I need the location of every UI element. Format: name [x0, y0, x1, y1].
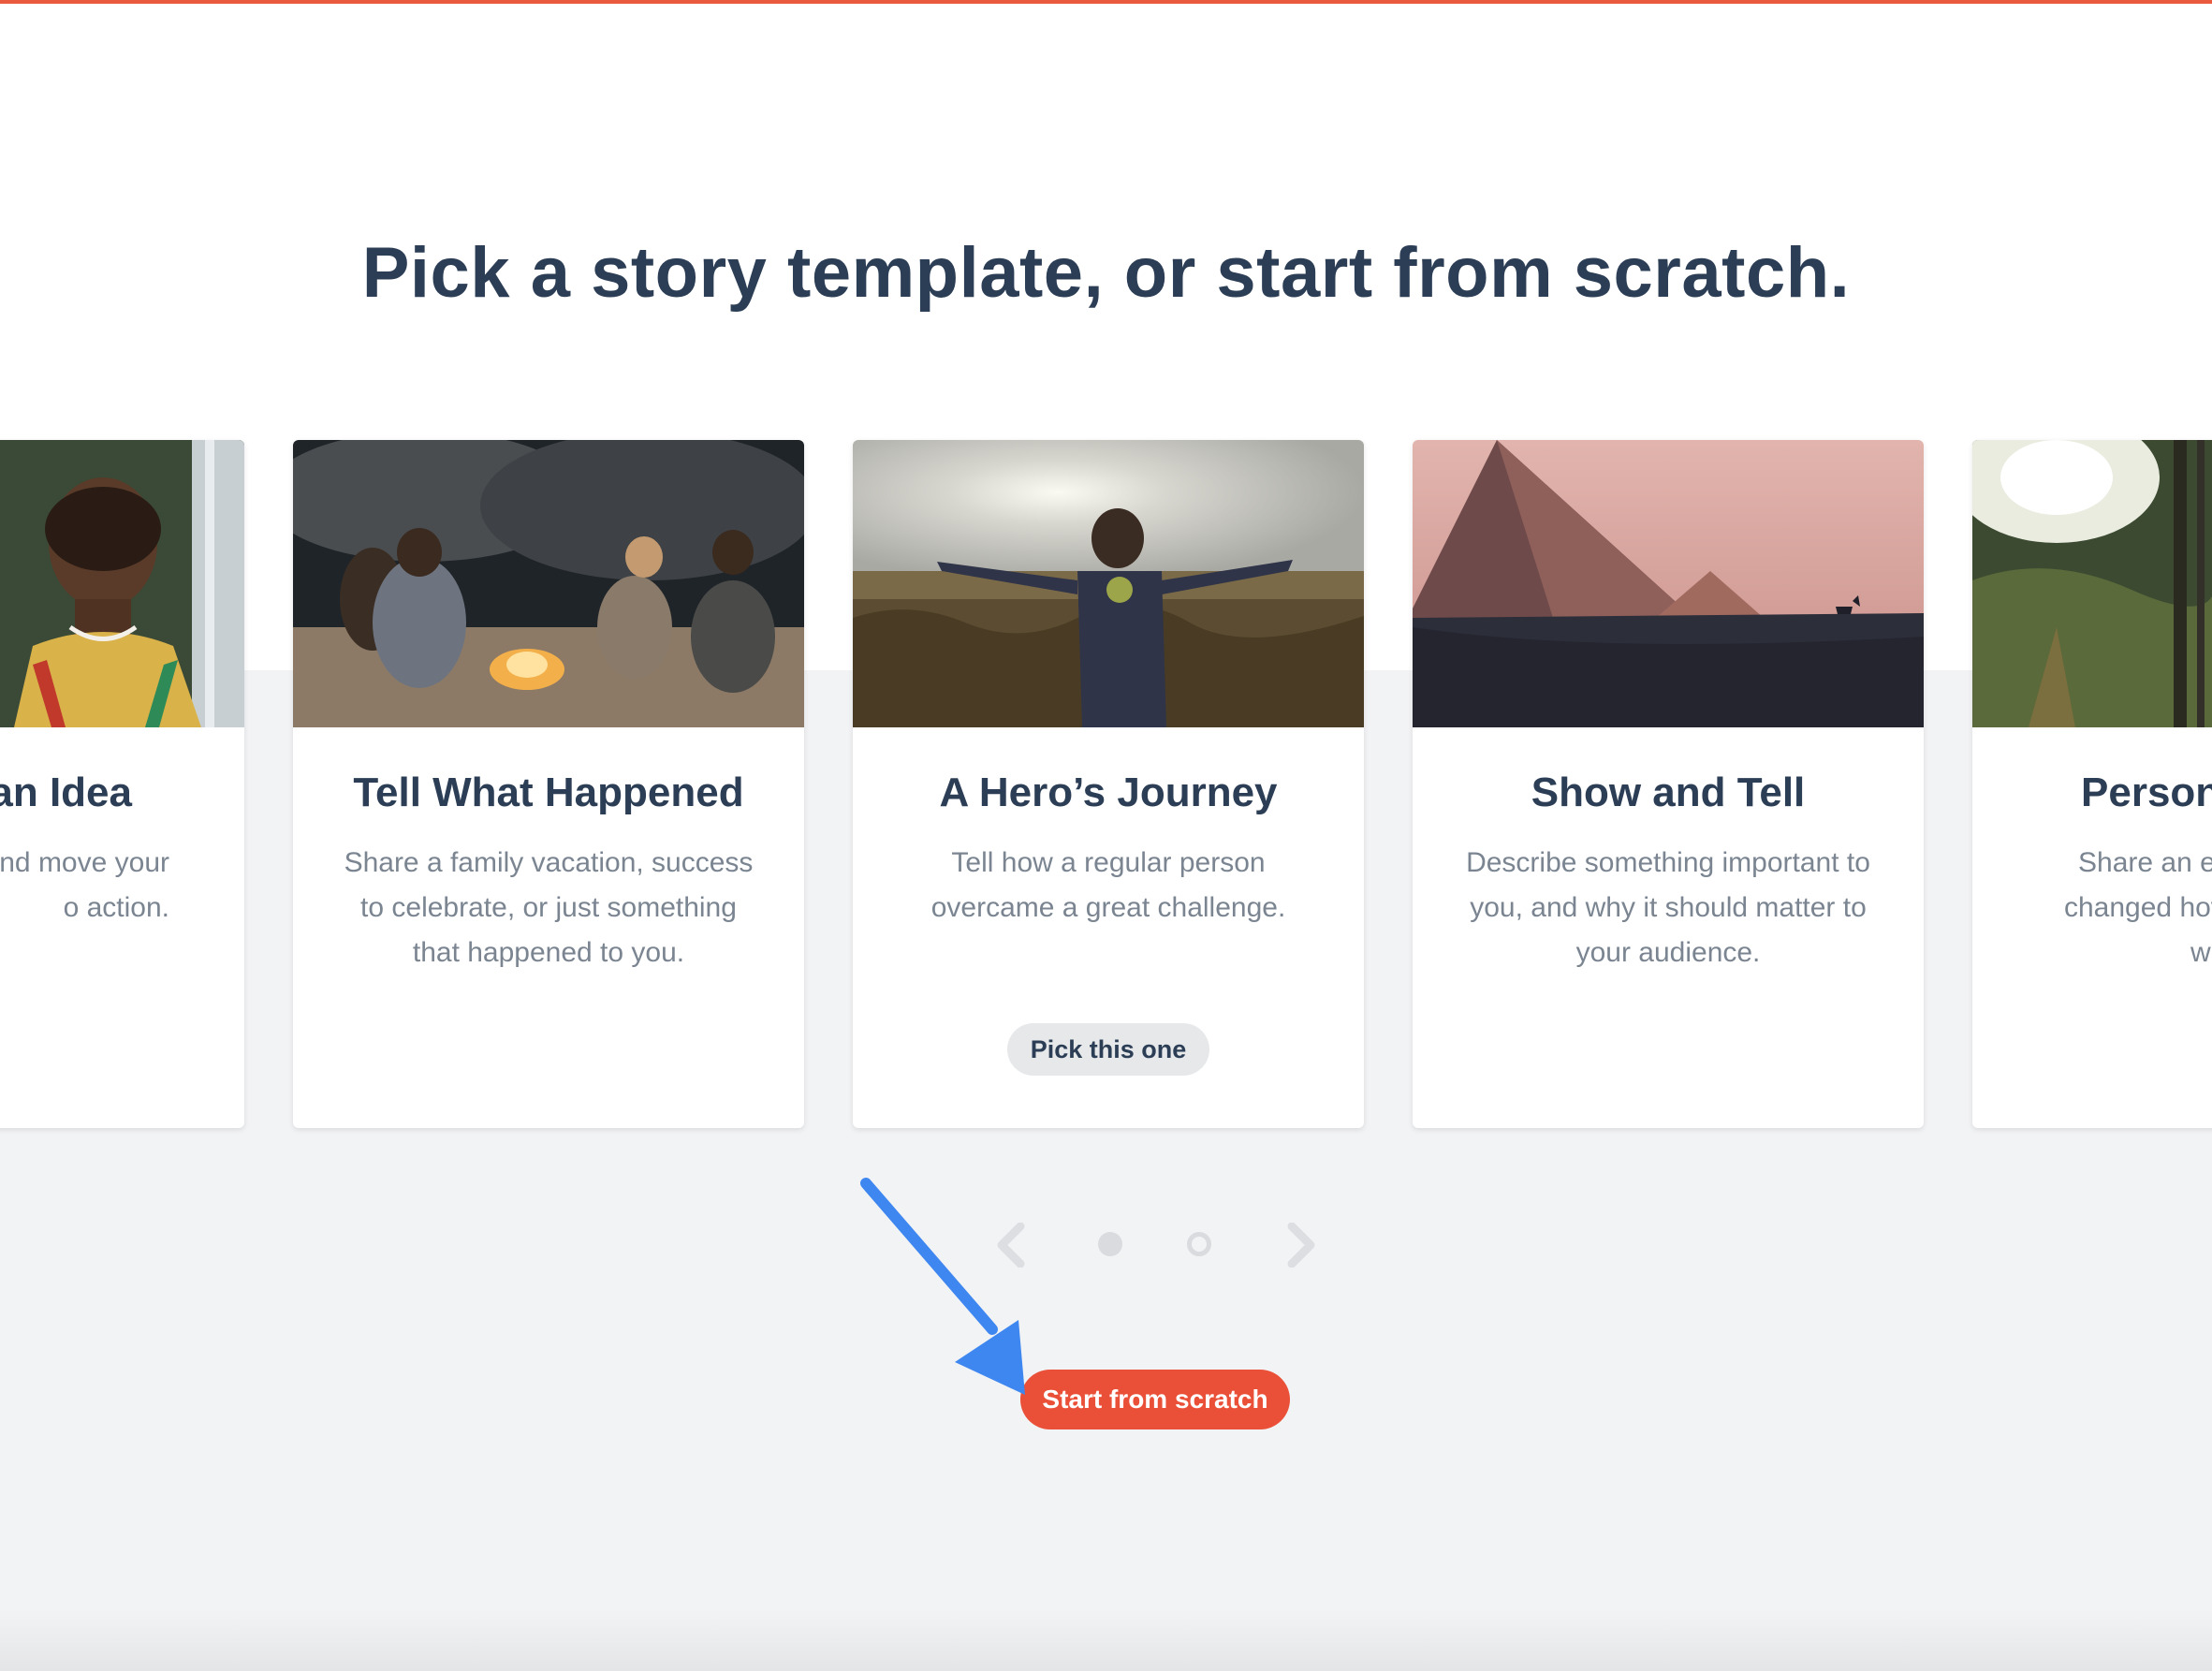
campfire-beach-image — [293, 440, 804, 727]
card-image-forest-light — [1972, 440, 2212, 727]
card-image-campfire — [293, 440, 804, 727]
carousel-dot-page-2[interactable] — [1187, 1232, 1211, 1256]
card-image-pyramids — [1413, 440, 1924, 727]
template-card-personal[interactable]: Persona Share an ex changed hov w — [1972, 440, 2212, 1128]
card-description-line: you, and why it should matter to — [1470, 892, 1867, 923]
card-description-line: overcame a great challenge. — [930, 892, 1286, 923]
pick-this-one-button[interactable]: Pick this one — [1007, 1023, 1209, 1076]
pyramids-desert-image — [1413, 440, 1924, 727]
template-card-heros-journey[interactable]: A Hero’s Journey Tell how a regular pers… — [853, 440, 1364, 1128]
card-image-woman — [0, 440, 244, 727]
card-description-line: Tell how a regular person — [951, 847, 1266, 878]
card-title: Show and Tell — [1531, 770, 1806, 815]
card-description: Describe something important to you, and… — [1431, 841, 1905, 975]
template-card-show-and-tell[interactable]: Show and Tell Describe something importa… — [1413, 440, 1924, 1128]
page-title: Pick a story template, or start from scr… — [361, 233, 1851, 313]
card-description-line: Describe something important to — [1466, 847, 1870, 878]
card-description: Share a family vacation, success to cele… — [312, 841, 785, 975]
card-description: Share an ex changed hov w — [2064, 841, 2212, 975]
annotation-arrow-icon — [860, 1178, 1025, 1395]
template-card-idea[interactable]: an Idea nd move your o action. — [0, 440, 244, 1128]
card-description-line: Share an ex — [2078, 847, 2212, 878]
card-title: Persona — [2081, 770, 2212, 815]
card-description-line: to celebrate, or just something — [360, 892, 737, 923]
card-title: A Hero’s Journey — [939, 770, 1278, 815]
card-description-line: Share a family vacation, success — [344, 847, 754, 878]
card-description: Tell how a regular person overcame a gre… — [909, 841, 1308, 931]
bottom-shadow — [0, 1610, 2212, 1671]
forest-sunlight-image — [1972, 440, 2212, 727]
card-description-line: w — [2190, 937, 2211, 968]
woman-portrait-image — [0, 440, 244, 727]
chevron-right-icon[interactable] — [1282, 1223, 1320, 1268]
card-title: Tell What Happened — [353, 770, 744, 815]
boy-in-wheat-field-image — [853, 440, 1364, 727]
card-title: an Idea — [0, 770, 132, 815]
card-description-line: that happened to you. — [412, 937, 685, 968]
card-description-line: your audience. — [1575, 937, 1761, 968]
page: Pick a story template, or start from scr… — [0, 0, 2212, 1671]
card-description-line: o action. — [63, 892, 169, 923]
template-card-tell-what-happened[interactable]: Tell What Happened Share a family vacati… — [293, 440, 804, 1128]
card-description-line: nd move your — [0, 847, 169, 878]
card-image-wheat-field — [853, 440, 1364, 727]
card-description-line: changed hov — [2064, 892, 2212, 923]
card-description: nd move your o action. — [0, 841, 169, 931]
